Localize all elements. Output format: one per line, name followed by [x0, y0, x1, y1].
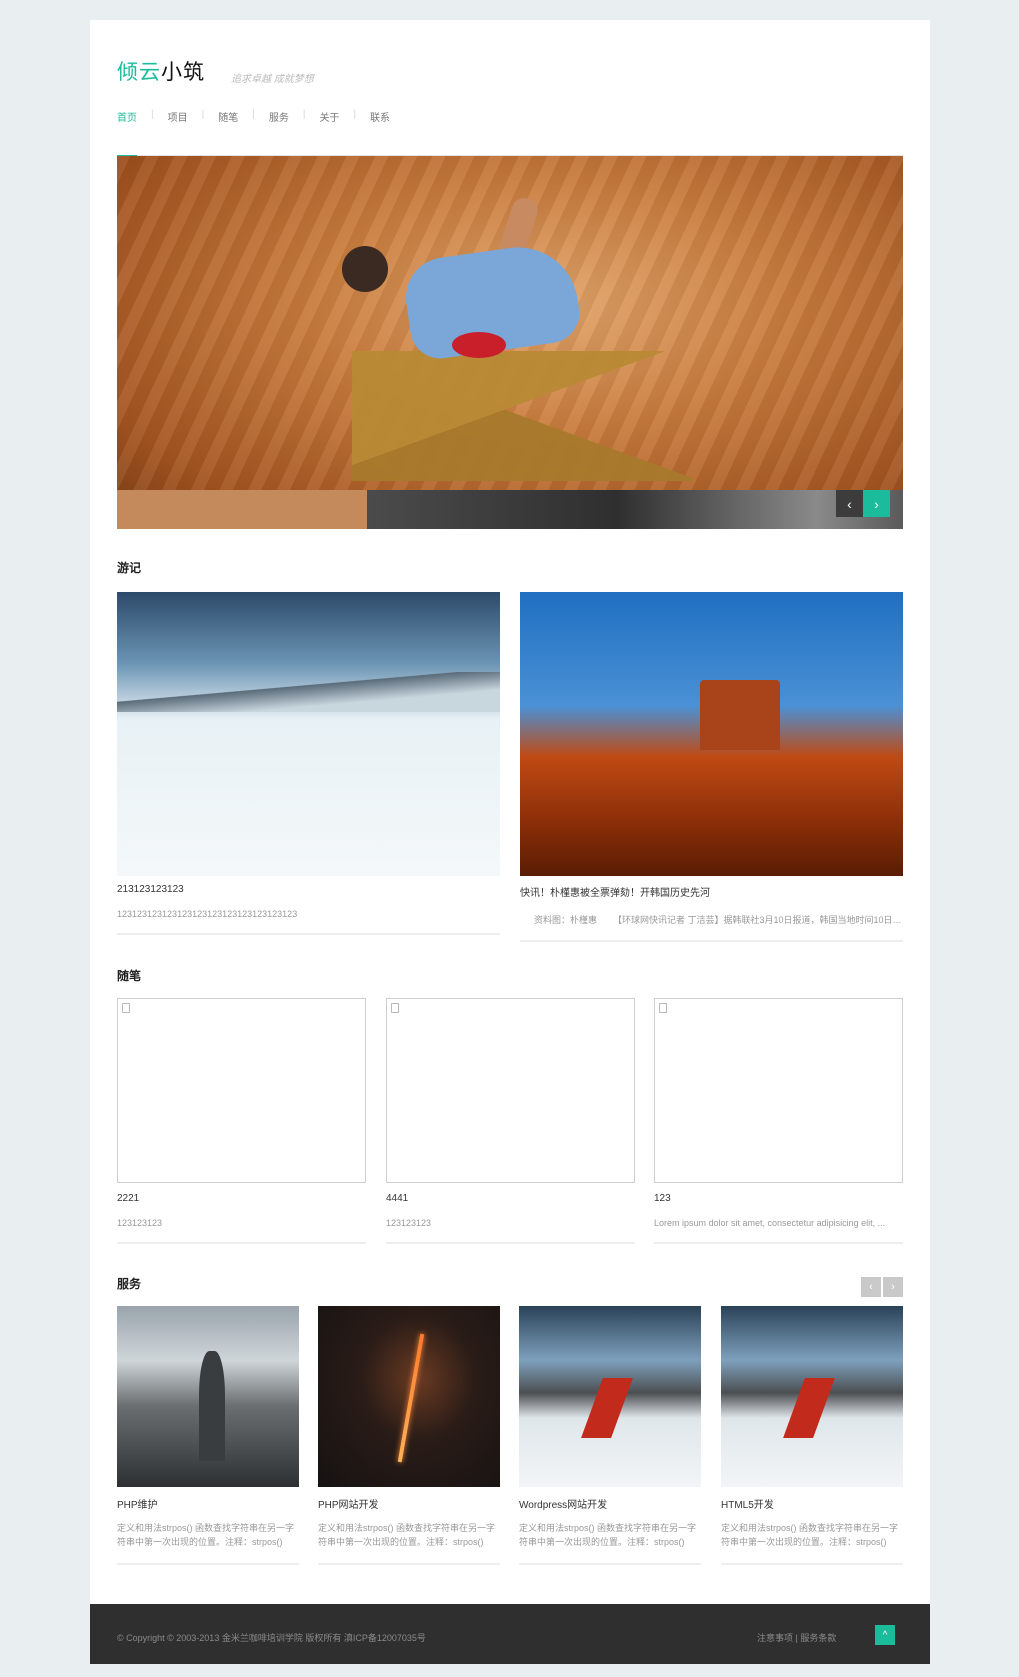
- image-mesa: [700, 680, 780, 750]
- essay-card-desc: 123123123: [117, 1218, 163, 1228]
- nav-separator: |: [151, 109, 154, 120]
- card-divider: [318, 1563, 500, 1565]
- essay-card-desc: 123123123: [386, 1218, 432, 1228]
- service-card-title[interactable]: Wordpress网站开发: [519, 1496, 701, 1511]
- hero-climber-legs: [352, 351, 692, 481]
- essay-card: 123 Lorem ipsum dolor sit amet, consecte…: [654, 998, 903, 1244]
- footer-link-terms[interactable]: 服务条款: [800, 1633, 836, 1643]
- service-card: PHP网站开发 定义和用法strpos() 函数查找字符串在另一字符串中第一次出…: [318, 1306, 500, 1565]
- logo-text-accent: 倾云: [117, 60, 161, 84]
- service-card-desc: 定义和用法strpos() 函数查找字符串在另一字符串中第一次出现的位置。注释：…: [318, 1523, 496, 1547]
- essay-card-image[interactable]: [654, 998, 903, 1183]
- nav-item-essays[interactable]: 随笔: [218, 104, 238, 156]
- travel-card-desc: 123123123123123123123123123123123123: [117, 909, 298, 919]
- nav-item-home[interactable]: 首页: [117, 104, 137, 157]
- travel-card-title[interactable]: 快讯！朴槿惠被全票弹劾！开韩国历史先河: [520, 884, 903, 899]
- travel-card: 快讯！朴槿惠被全票弹劾！开韩国历史先河 资料图：朴槿惠 【环球网快讯记者 丁洁芸…: [520, 592, 903, 942]
- service-card: Wordpress网站开发 定义和用法strpos() 函数查找字符串在另一字符…: [519, 1306, 701, 1565]
- card-divider: [520, 940, 903, 942]
- nav-item-about[interactable]: 关于: [319, 104, 339, 156]
- nav-item-projects[interactable]: 项目: [168, 104, 188, 156]
- service-card-desc: 定义和用法strpos() 函数查找字符串在另一字符串中第一次出现的位置。注释：…: [721, 1523, 899, 1547]
- chevron-right-icon: ›: [891, 1281, 895, 1293]
- card-divider: [654, 1242, 903, 1244]
- nav-separator: |: [201, 109, 205, 120]
- nav-separator: |: [302, 109, 306, 120]
- section-title-services: 服务: [117, 1277, 142, 1291]
- site-footer: © Copyright © 2003-2013 金米兰咖啡培训学院 版权所有 滇…: [90, 1604, 930, 1664]
- service-card-image[interactable]: [721, 1306, 903, 1487]
- section-title-essays: 随笔: [117, 969, 142, 983]
- image-mountain-ridge: [117, 672, 500, 712]
- card-divider: [519, 1563, 701, 1565]
- card-divider: [721, 1563, 903, 1565]
- service-card-title[interactable]: HTML5开发: [721, 1496, 903, 1511]
- service-card: PHP维护 定义和用法strpos() 函数查找字符串在另一字符串中第一次出现的…: [117, 1306, 299, 1565]
- service-card-desc: 定义和用法strpos() 函数查找字符串在另一字符串中第一次出现的位置。注释：…: [117, 1523, 295, 1547]
- travel-card-title[interactable]: 213123123123: [117, 884, 500, 895]
- travel-card-desc: 资料图：朴槿惠 【环球网快讯记者 丁洁芸】据韩联社3月10日报道，韩国当地时间1…: [534, 915, 903, 925]
- services-prev-button[interactable]: ‹: [861, 1277, 881, 1297]
- footer-link-notice[interactable]: 注意事项: [757, 1633, 793, 1643]
- broken-image-icon: [659, 1003, 667, 1013]
- service-card-image[interactable]: [318, 1306, 500, 1487]
- travel-card: 213123123123 123123123123123123123123123…: [117, 592, 500, 935]
- travel-card-image[interactable]: [117, 592, 500, 876]
- nav-item-contact[interactable]: 联系: [370, 104, 390, 156]
- nav-separator: |: [353, 109, 357, 120]
- card-divider: [386, 1242, 635, 1244]
- chevron-right-icon: ›: [874, 495, 879, 512]
- essay-card: 4441 123123123: [386, 998, 635, 1244]
- essay-card-image[interactable]: [386, 998, 635, 1183]
- site-logo[interactable]: 倾云小筑: [117, 56, 205, 86]
- essay-card: 2221 123123123: [117, 998, 366, 1244]
- back-to-top-button[interactable]: ^: [875, 1625, 895, 1645]
- essay-card-desc: Lorem ipsum dolor sit amet, consectetur …: [654, 1218, 886, 1228]
- main-nav: 首页 | 项目 | 随笔 | 服务 | 关于 | 联系: [117, 104, 903, 157]
- broken-image-icon: [122, 1003, 130, 1013]
- nav-separator: |: [252, 109, 255, 120]
- card-divider: [117, 933, 500, 935]
- chevron-up-icon: ^: [882, 1629, 888, 1641]
- service-card: HTML5开发 定义和用法strpos() 函数查找字符串在另一字符串中第一次出…: [721, 1306, 903, 1565]
- hero-slider[interactable]: ‹ ›: [117, 156, 903, 529]
- essay-card-title[interactable]: 2221: [117, 1193, 366, 1204]
- hero-thumbnail-strip[interactable]: [117, 490, 903, 529]
- essay-card-image[interactable]: [117, 998, 366, 1183]
- image-red-figures: [782, 1378, 835, 1439]
- services-next-button[interactable]: ›: [883, 1277, 903, 1297]
- service-card-title[interactable]: PHP网站开发: [318, 1496, 500, 1511]
- hero-climber-head: [342, 246, 388, 292]
- essay-card-title[interactable]: 123: [654, 1193, 903, 1204]
- service-card-desc: 定义和用法strpos() 函数查找字符串在另一字符串中第一次出现的位置。注释：…: [519, 1523, 697, 1547]
- card-divider: [117, 1242, 366, 1244]
- image-rock-spire: [198, 1351, 225, 1462]
- hero-climber-bag: [452, 332, 506, 358]
- section-title-travel: 游记: [117, 561, 142, 575]
- page-container: 倾云小筑 追求卓越 成就梦想 首页 | 项目 | 随笔 | 服务 | 关于 | …: [90, 20, 930, 1664]
- slider-prev-button[interactable]: ‹: [836, 490, 863, 517]
- service-card-image[interactable]: [117, 1306, 299, 1487]
- card-divider: [117, 1563, 299, 1565]
- chevron-left-icon: ‹: [869, 1281, 873, 1293]
- logo-text-main: 小筑: [161, 60, 205, 84]
- travel-card-image[interactable]: [520, 592, 903, 876]
- image-light-trail: [397, 1333, 425, 1463]
- broken-image-icon: [391, 1003, 399, 1013]
- copyright-text: © Copyright © 2003-2013 金米兰咖啡培训学院 版权所有 滇…: [117, 1633, 426, 1643]
- nav-item-services[interactable]: 服务: [269, 104, 289, 156]
- image-red-figures: [580, 1378, 633, 1439]
- slider-next-button[interactable]: ›: [863, 490, 890, 517]
- service-card-image[interactable]: [519, 1306, 701, 1487]
- footer-links: 注意事项 | 服务条款: [757, 1631, 836, 1644]
- service-card-title[interactable]: PHP维护: [117, 1496, 299, 1511]
- site-slogan: 追求卓越 成就梦想: [231, 74, 314, 85]
- chevron-left-icon: ‹: [847, 495, 852, 512]
- essay-card-title[interactable]: 4441: [386, 1193, 635, 1204]
